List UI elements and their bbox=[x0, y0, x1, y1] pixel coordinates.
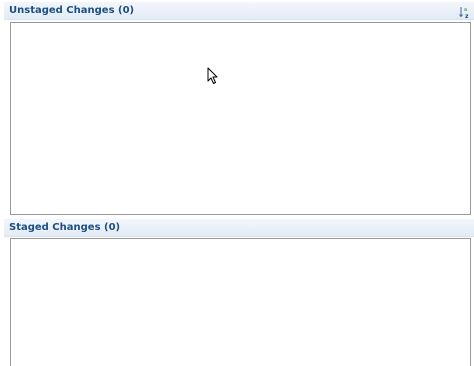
unstaged-changes-list[interactable] bbox=[10, 22, 471, 215]
unstaged-changes-header[interactable]: Unstaged Changes (0) a z bbox=[4, 2, 474, 20]
git-staging-view: Unstaged Changes (0) a z Staged Changes … bbox=[0, 0, 474, 366]
mouse-pointer-icon bbox=[207, 67, 219, 85]
sort-alpha-icon[interactable]: a z bbox=[459, 4, 471, 20]
staged-changes-title: Staged Changes (0) bbox=[9, 222, 121, 233]
staged-changes-list[interactable] bbox=[10, 238, 471, 366]
svg-text:z: z bbox=[465, 13, 469, 19]
unstaged-changes-title: Unstaged Changes (0) bbox=[9, 5, 135, 16]
staged-changes-header[interactable]: Staged Changes (0) bbox=[4, 219, 474, 237]
